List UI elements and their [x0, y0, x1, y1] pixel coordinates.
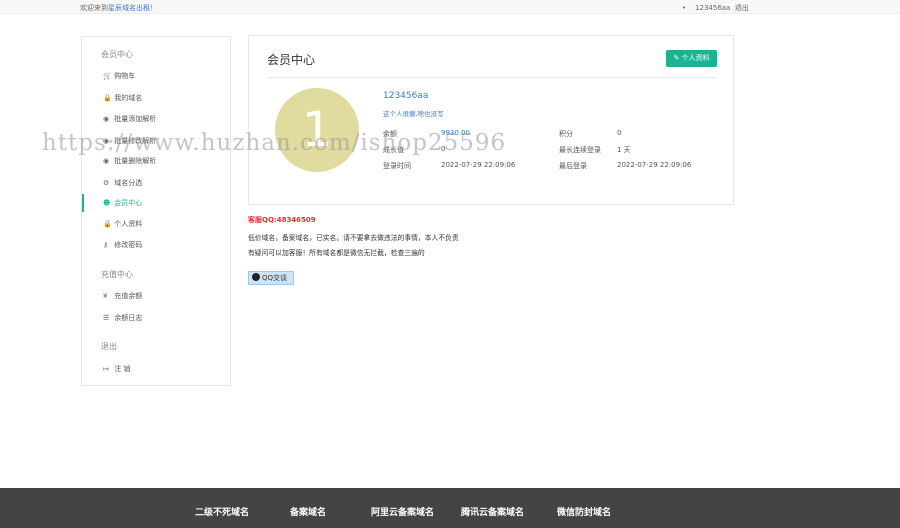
- qq-chat-label: QQ交谈: [262, 274, 288, 282]
- top-logout-link[interactable]: 退出: [735, 4, 749, 12]
- divider: [267, 77, 717, 78]
- site-link[interactable]: 星辰域名出租！: [108, 4, 157, 12]
- sidebar-item-member-center[interactable]: ☻ 会员中心: [82, 194, 230, 212]
- member-panel: 会员中心 ✎ 个人资料 1 123456aa 这个人很懒,啥也没写 余额 993…: [248, 35, 734, 205]
- sidebar-item-label: 购物车: [114, 72, 136, 80]
- stat-value-last-login: 2022-07-29 22:09:06: [617, 161, 692, 169]
- stat-label-login-time: 登录时间: [383, 162, 411, 170]
- stat-label-points: 积分: [559, 130, 573, 138]
- penguin-icon: [252, 273, 260, 281]
- sidebar-item-my-domains[interactable]: 🔒 我的域名: [82, 89, 230, 107]
- pencil-icon: ✎: [673, 54, 680, 62]
- sidebar-item-label: 域名分选: [114, 179, 143, 187]
- profile-username[interactable]: 123456aa: [383, 91, 428, 101]
- watermark: https://www.huzhan.com/ishop25596: [42, 130, 507, 156]
- footer-link-wechat[interactable]: 微信防封域名: [557, 505, 611, 518]
- stat-value-points: 0: [617, 129, 622, 137]
- stat-value-login-time: 2022-07-29 22:09:06: [441, 161, 516, 169]
- profile-button-label: 个人资料: [681, 54, 710, 62]
- sidebar-item-logout[interactable]: ↦ 注 销: [82, 360, 230, 378]
- signout-icon: ↦: [103, 365, 109, 373]
- sidebar-item-domain-select[interactable]: ⚙ 域名分选: [82, 174, 230, 192]
- profile-button[interactable]: ✎ 个人资料: [666, 50, 717, 67]
- sidebar-item-recharge[interactable]: ¥ 充值余额: [82, 287, 230, 305]
- page-title: 会员中心: [267, 53, 316, 67]
- sidebar-item-label: 批量删除解析: [114, 157, 157, 165]
- stat-label-streak: 最长连续登录: [559, 146, 601, 154]
- yen-icon: ¥: [103, 292, 108, 300]
- globe-icon: ◉: [103, 115, 110, 123]
- sidebar-item-batch-add[interactable]: ◉ 批量添加解析: [82, 110, 230, 128]
- sidebar-group-exit: 退出: [101, 342, 117, 351]
- sidebar-item-label: 充值余额: [114, 292, 143, 300]
- footer-link-tencent[interactable]: 腾讯云备案域名: [461, 505, 524, 518]
- stat-value-streak: 1 天: [617, 146, 631, 154]
- top-bar: 欢迎来到星辰域名出租！ • 123456aa 退出: [0, 0, 900, 14]
- sidebar-item-balance-log[interactable]: ☰ 余额日志: [82, 309, 230, 327]
- list-icon: ☰: [103, 314, 110, 322]
- sidebar-item-label: 批量添加解析: [114, 115, 157, 123]
- footer-link-subdomain[interactable]: 二级不死域名: [195, 505, 249, 518]
- notice-line-1: 低价域名，备案域名，已实名。请不要拿去做违法的事情，本人不负责: [248, 234, 459, 242]
- user-circle-icon: ☻: [103, 199, 111, 207]
- sidebar-item-label: 余额日志: [114, 314, 143, 322]
- sidebar-item-label: 我的域名: [114, 94, 143, 102]
- sidebar-item-label: 个人资料: [114, 220, 143, 228]
- support-qq: 客服QQ:48346509: [248, 216, 316, 224]
- sidebar-item-label: 修改密码: [114, 241, 143, 249]
- sidebar-item-label: 会员中心: [114, 199, 143, 207]
- sidebar-group-member: 会员中心: [101, 50, 133, 59]
- welcome-text: 欢迎来到星辰域名出租！: [80, 4, 157, 12]
- lock-icon: 🔒: [103, 220, 112, 228]
- stat-label-last-login: 最后登录: [559, 162, 587, 170]
- key-icon: ⚷: [103, 241, 109, 249]
- sidebar-item-profile[interactable]: 🔒 个人资料: [82, 215, 230, 233]
- sidebar: 会员中心 🛒 购物车 🔒 我的域名 ◉ 批量添加解析 ◉ 批量修改解析 ◉ 批量…: [81, 36, 231, 386]
- footer: 二级不死域名 备案域名 阿里云备案域名 腾讯云备案域名 微信防封域名: [0, 488, 900, 528]
- footer-link-icp[interactable]: 备案域名: [290, 505, 326, 518]
- sidebar-group-recharge: 充值中心: [101, 270, 133, 279]
- footer-link-aliyun[interactable]: 阿里云备案域名: [371, 505, 434, 518]
- cart-icon: 🛒: [103, 72, 112, 80]
- qq-chat-button[interactable]: QQ交谈: [248, 271, 294, 285]
- lock-icon: 🔒: [103, 94, 112, 102]
- user-bullet: •: [682, 4, 687, 12]
- top-username-link[interactable]: 123456aa: [695, 4, 730, 12]
- gears-icon: ⚙: [103, 179, 110, 187]
- sidebar-item-change-password[interactable]: ⚷ 修改密码: [82, 236, 230, 254]
- profile-signature: 这个人很懒,啥也没写: [383, 110, 444, 118]
- notice-line-2: 有疑问可以加客服！所有域名都是微信无拦截，检查三遍的: [248, 249, 425, 257]
- sidebar-item-label: 注 销: [114, 365, 131, 373]
- sidebar-item-cart[interactable]: 🛒 购物车: [82, 67, 230, 85]
- user-menu: • 123456aa 退出: [682, 3, 749, 13]
